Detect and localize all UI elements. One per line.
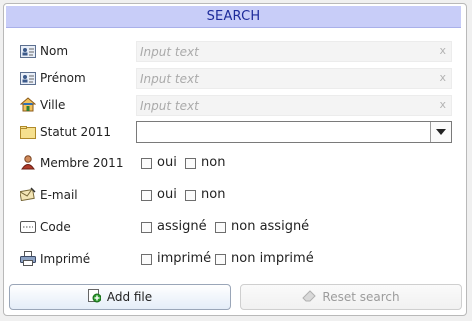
envelope-icon xyxy=(20,187,36,201)
email-non-checkbox[interactable] xyxy=(185,190,196,201)
folder-icon xyxy=(20,125,36,139)
label-imprime: Imprimé xyxy=(40,252,91,266)
add-file-button[interactable]: Add file xyxy=(9,284,231,310)
label-ville: Ville xyxy=(40,98,66,112)
membre-non-checkbox[interactable] xyxy=(185,158,196,169)
membre-non-label: non xyxy=(201,155,226,170)
row-prenom: Prénom x xyxy=(0,67,472,89)
row-imprime: Imprimé imprimé non imprimé xyxy=(0,248,472,270)
email-oui-label: oui xyxy=(157,187,177,202)
clear-nom-icon[interactable]: x xyxy=(439,44,446,57)
nom-field[interactable]: x xyxy=(136,41,452,62)
search-header: SEARCH xyxy=(6,6,461,28)
row-statut: Statut 2011 xyxy=(0,121,472,143)
printer-icon xyxy=(20,250,36,266)
add-file-label: Add file xyxy=(106,290,153,304)
imprime-non-label: non imprimé xyxy=(231,251,314,266)
email-oui-checkbox[interactable] xyxy=(141,190,152,201)
house-icon xyxy=(20,96,36,111)
prenom-field[interactable]: x xyxy=(136,68,452,89)
code-non-assigne-label: non assigné xyxy=(231,219,310,234)
membre-oui-checkbox[interactable] xyxy=(141,158,152,169)
id-card-icon xyxy=(20,44,36,58)
id-card-icon xyxy=(20,71,36,85)
membre-oui-label: oui xyxy=(157,155,177,170)
add-file-icon xyxy=(87,288,102,306)
ville-field[interactable]: x xyxy=(136,95,452,116)
person-icon xyxy=(20,154,36,169)
eraser-icon xyxy=(302,289,317,305)
clear-prenom-icon[interactable]: x xyxy=(439,71,446,84)
chevron-down-icon[interactable] xyxy=(430,122,451,142)
row-email: E-mail oui non xyxy=(0,184,472,206)
statut-select[interactable] xyxy=(136,121,452,143)
label-prenom: Prénom xyxy=(40,71,86,85)
label-nom: Nom xyxy=(40,44,69,58)
imprime-oui-label: imprimé xyxy=(157,251,212,266)
row-code: Code assigné non assigné xyxy=(0,216,472,238)
code-assigne-checkbox[interactable] xyxy=(141,222,152,233)
email-non-label: non xyxy=(201,187,226,202)
imprime-non-checkbox[interactable] xyxy=(215,254,226,265)
code-non-assigne-checkbox[interactable] xyxy=(215,222,226,233)
row-nom: Nom x xyxy=(0,40,472,62)
ville-input[interactable] xyxy=(140,96,430,115)
label-statut: Statut 2011 xyxy=(40,125,112,139)
row-membre: Membre 2011 oui non xyxy=(0,152,472,174)
prenom-input[interactable] xyxy=(140,69,430,88)
row-ville: Ville x xyxy=(0,94,472,116)
label-email: E-mail xyxy=(40,188,78,202)
label-code: Code xyxy=(40,220,71,234)
clear-ville-icon[interactable]: x xyxy=(439,98,446,111)
reset-search-button[interactable]: Reset search xyxy=(240,284,462,310)
reset-search-label: Reset search xyxy=(322,290,400,304)
nom-input[interactable] xyxy=(140,42,430,61)
code-card-icon xyxy=(20,220,36,234)
code-assigne-label: assigné xyxy=(157,219,207,234)
label-membre: Membre 2011 xyxy=(40,156,124,170)
imprime-oui-checkbox[interactable] xyxy=(141,254,152,265)
